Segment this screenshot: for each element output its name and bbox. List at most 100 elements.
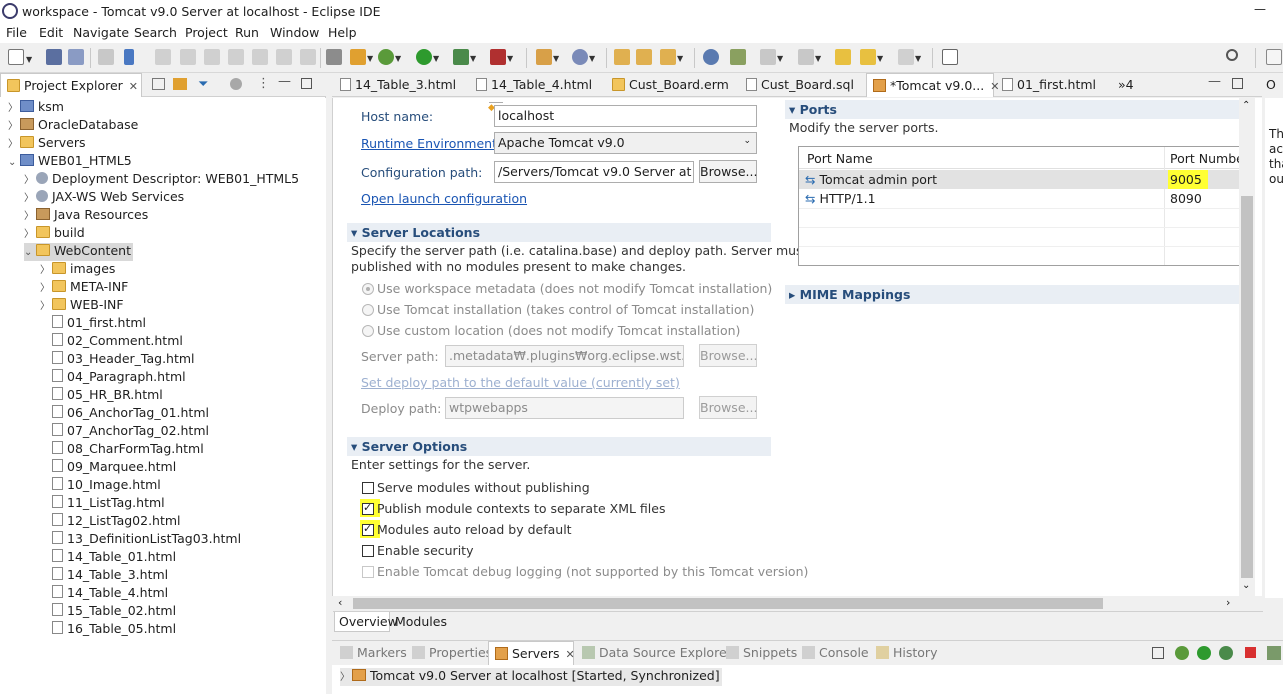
start-server-icon[interactable] xyxy=(1197,646,1211,660)
previous-annotation-icon[interactable]: ▼ xyxy=(798,49,821,65)
debug-server-icon[interactable] xyxy=(1175,646,1189,660)
scroll-up-icon[interactable]: ⌃ xyxy=(1242,100,1250,111)
tree-item[interactable]: 〉 images xyxy=(40,261,115,279)
tab-14-table-3[interactable]: 14_Table_3.html xyxy=(334,73,462,97)
tab-overflow[interactable]: »4 xyxy=(1112,73,1140,97)
tree-item[interactable]: 〉 Deployment Descriptor: WEB01_HTML5 xyxy=(24,171,299,189)
drop-to-frame-icon[interactable] xyxy=(300,49,316,65)
configuration-path-input[interactable]: /Servers/Tomcat v9.0 Server at loca xyxy=(494,161,694,183)
tree-item[interactable]: 14_Table_01.html xyxy=(52,549,176,567)
tree-item[interactable]: 〉 META-INF xyxy=(40,279,128,297)
menu-run[interactable]: Run xyxy=(235,25,259,40)
col-port-name[interactable]: Port Name xyxy=(807,151,873,166)
tab-cust-board-sql[interactable]: Cust_Board.sql xyxy=(740,73,860,97)
horizontal-scrollbar[interactable]: ‹ › xyxy=(333,596,1263,611)
pin-editor-icon[interactable] xyxy=(942,49,958,65)
tree-item[interactable]: 16_Table_05.html xyxy=(52,621,176,639)
mime-mappings-header[interactable]: ▸ MIME Mappings xyxy=(785,285,1239,304)
build-icon[interactable]: ▼ xyxy=(350,49,373,65)
tree-item[interactable]: 03_Header_Tag.html xyxy=(52,351,195,369)
run-icon[interactable]: ▼ xyxy=(416,49,439,65)
set-deploy-path-link[interactable]: Set deploy path to the default value (cu… xyxy=(361,375,680,390)
save-all-icon[interactable] xyxy=(68,49,84,65)
scroll-right-icon[interactable]: › xyxy=(1226,596,1230,609)
tree-item[interactable]: 12_ListTag02.html xyxy=(52,513,181,531)
server-entry[interactable]: 〉 Tomcat v9.0 Server at localhost [Starte… xyxy=(340,668,722,686)
tab-01-first[interactable]: 01_first.html xyxy=(996,73,1102,97)
minimize-editor-icon[interactable]: — xyxy=(1208,74,1221,89)
view-menu-icon[interactable]: ⋮ xyxy=(257,76,270,91)
coverage-icon[interactable]: ▼ xyxy=(453,49,476,65)
tree-item[interactable]: 07_AnchorTag_02.html xyxy=(52,423,209,441)
tree-item[interactable]: 14_Table_3.html xyxy=(52,567,168,585)
tree-item[interactable]: 11_ListTag.html xyxy=(52,495,165,513)
tree-item[interactable]: 〉 WEB-INF xyxy=(40,297,124,315)
filter-icon[interactable]: ⏷ xyxy=(198,77,208,92)
tab-data-source-explorer[interactable]: Data Source Explorer xyxy=(576,641,738,665)
tree-item[interactable]: 10_Image.html xyxy=(52,477,161,495)
tree-item[interactable]: 〉 Java Resources xyxy=(24,207,148,225)
tab-servers[interactable]: Servers ✕ xyxy=(488,641,575,665)
tab-14-table-4[interactable]: 14_Table_4.html xyxy=(470,73,598,97)
tab-snippets[interactable]: Snippets xyxy=(720,641,803,665)
server-path-input[interactable]: .metadata₩.plugins₩org.eclipse.wst.serve… xyxy=(445,345,684,367)
new-icon[interactable]: ▼ xyxy=(8,49,32,65)
suspend-icon[interactable] xyxy=(180,49,196,65)
search-toolbar-icon[interactable] xyxy=(1226,49,1238,61)
new-java-project-icon[interactable]: ▼ xyxy=(536,49,559,65)
open-type-icon[interactable] xyxy=(614,49,630,65)
use-step-filters-icon[interactable] xyxy=(326,49,342,65)
open-task-icon[interactable] xyxy=(636,49,652,65)
modules-auto-reload-checkbox[interactable] xyxy=(362,522,374,536)
tree-item[interactable]: 05_HR_BR.html xyxy=(52,387,163,405)
runtime-environment-select[interactable]: Apache Tomcat v9.0 ⌄ xyxy=(494,132,757,154)
close-icon[interactable]: ✕ xyxy=(129,80,138,93)
tree-item[interactable]: 06_AnchorTag_01.html xyxy=(52,405,209,423)
enable-security-checkbox[interactable] xyxy=(362,545,374,557)
link-with-editor-icon[interactable] xyxy=(173,78,187,90)
tree-item[interactable]: 〉 Servers xyxy=(8,135,86,153)
step-over-icon[interactable] xyxy=(252,49,268,65)
use-custom-location-radio[interactable] xyxy=(362,325,374,337)
scrollbar-thumb[interactable] xyxy=(353,598,1103,609)
focus-icon[interactable] xyxy=(230,78,242,90)
use-tomcat-installation-radio[interactable] xyxy=(362,304,374,316)
enable-debug-logging-checkbox[interactable] xyxy=(362,566,374,578)
tree-item[interactable]: ⌄ WebContent xyxy=(24,243,133,261)
tree-item[interactable]: 15_Table_02.html xyxy=(52,603,176,621)
scroll-left-icon[interactable]: ‹ xyxy=(338,596,342,609)
minimize-view-icon[interactable]: — xyxy=(278,74,291,89)
open-launch-configuration-link[interactable]: Open launch configuration xyxy=(361,191,527,206)
ports-header[interactable]: ▾ Ports xyxy=(785,100,1239,119)
tab-overview[interactable]: Overview xyxy=(334,612,398,632)
globe-icon[interactable] xyxy=(703,49,719,65)
search-icon[interactable]: ▼ xyxy=(660,49,683,65)
menu-help[interactable]: Help xyxy=(328,25,357,40)
save-icon[interactable] xyxy=(46,49,62,65)
back-icon[interactable]: ▼ xyxy=(860,49,883,65)
tree-item[interactable]: 14_Table_4.html xyxy=(52,585,168,603)
close-icon[interactable]: ✕ xyxy=(566,648,575,661)
server-path-browse-button[interactable]: Browse... xyxy=(699,344,757,367)
scrollbar-thumb[interactable] xyxy=(1241,196,1253,578)
tab-cust-board-erm[interactable]: Cust_Board.erm xyxy=(606,73,735,97)
menu-window[interactable]: Window xyxy=(270,25,319,40)
server-options-header[interactable]: ▾ Server Options xyxy=(347,437,771,456)
tree-item[interactable]: 〉 OracleDatabase xyxy=(8,117,138,135)
menu-file[interactable]: File xyxy=(6,25,27,40)
tree-item[interactable]: 〉 ksm xyxy=(8,99,64,117)
last-edit-icon[interactable] xyxy=(835,49,851,65)
tree-item[interactable]: 09_Marquee.html xyxy=(52,459,176,477)
tree-item[interactable]: 〉 build xyxy=(24,225,85,243)
tab-markers[interactable]: Markers xyxy=(334,641,413,665)
use-workspace-metadata-radio[interactable] xyxy=(362,283,374,295)
forward-icon[interactable]: ▼ xyxy=(898,49,921,65)
step-into-icon[interactable] xyxy=(228,49,244,65)
publish-icon[interactable] xyxy=(1267,646,1281,660)
profile-server-icon[interactable] xyxy=(1219,646,1233,660)
minimize-button[interactable]: — xyxy=(1245,2,1275,18)
tree-item[interactable]: ⌄ WEB01_HTML5 xyxy=(8,153,132,171)
menu-edit[interactable]: Edit xyxy=(39,25,63,40)
terminate-icon[interactable] xyxy=(204,49,220,65)
external-tools-icon[interactable]: ▼ xyxy=(490,49,513,65)
